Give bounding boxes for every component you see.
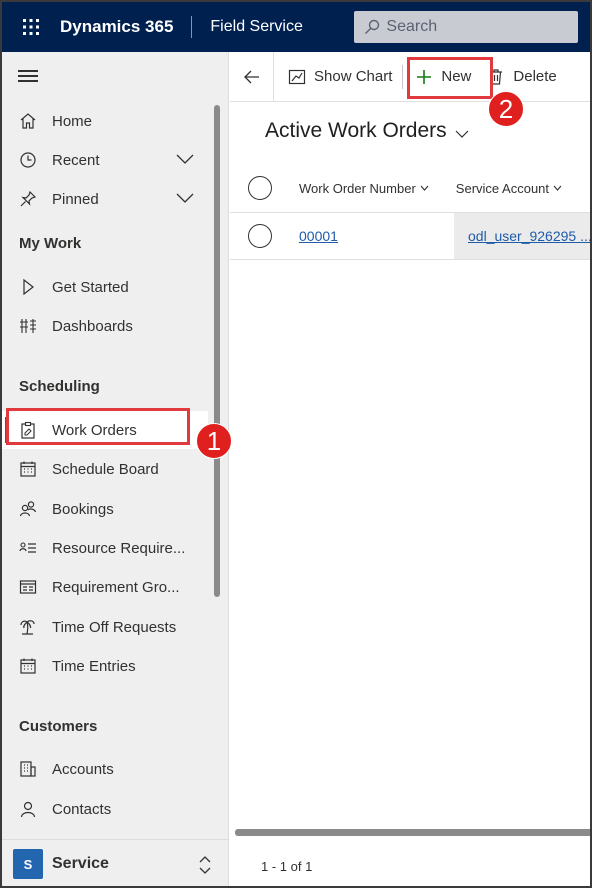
back-arrow-icon: [243, 70, 259, 83]
hamburger-icon[interactable]: [18, 70, 38, 84]
sidebar-item-label: Requirement Gro...: [52, 578, 180, 596]
sidebar-item-label: Dashboards: [52, 317, 133, 335]
horizontal-scrollbar[interactable]: [235, 829, 590, 836]
play-icon: [18, 277, 38, 297]
sidebar-item-home[interactable]: Home: [2, 102, 208, 140]
sidebar-item-label: Home: [52, 112, 93, 130]
back-button[interactable]: [230, 51, 274, 102]
work-order-number-link[interactable]: 00001: [299, 228, 338, 244]
sidebar-item-recent[interactable]: Recent: [2, 141, 208, 179]
section-scheduling: Scheduling: [19, 378, 100, 395]
waffle-icon: [23, 19, 39, 35]
row-checkbox[interactable]: [248, 224, 272, 248]
sidebar-item-dashboards[interactable]: Dashboards: [2, 307, 208, 345]
table-row[interactable]: 00001 odl_user_926295 ...: [230, 212, 590, 260]
sidebar-item-label: Bookings: [52, 500, 114, 518]
sidebar-item-label: Contacts: [52, 800, 112, 818]
sidebar-item-pinned[interactable]: Pinned: [2, 180, 208, 218]
show-chart-label: Show Chart: [314, 68, 393, 85]
app-name[interactable]: Field Service: [192, 18, 342, 36]
chevron-down-icon: [420, 185, 429, 191]
search-placeholder: Search: [386, 18, 438, 35]
search-box[interactable]: Search: [354, 11, 579, 43]
app-window: Dynamics 365 Field Service Search Home R…: [0, 0, 592, 888]
sidebar-item-time-off-requests[interactable]: Time Off Requests: [2, 608, 208, 646]
list-icon: [18, 538, 38, 558]
brand-title[interactable]: Dynamics 365: [60, 16, 193, 38]
sidebar-item-label: Pinned: [52, 190, 99, 208]
person-icon: [18, 799, 38, 819]
delete-label: Delete: [513, 68, 557, 85]
delete-button[interactable]: Delete: [481, 61, 566, 93]
palm-tree-icon: [18, 617, 38, 637]
sidebar-item-bookings[interactable]: Bookings: [2, 490, 208, 528]
sidebar-item-label: Time Off Requests: [52, 618, 177, 636]
column-header-work-order-number[interactable]: Work Order Number: [299, 181, 429, 196]
section-customers: Customers: [19, 718, 98, 735]
sidebar-item-label: Time Entries: [52, 657, 136, 675]
chevron-down-icon[interactable]: [176, 191, 194, 205]
chart-icon: [288, 69, 306, 84]
column-header-service-account[interactable]: Service Account: [456, 181, 562, 196]
sidebar-item-label: Schedule Board: [52, 460, 159, 478]
building-icon: [18, 759, 38, 779]
card-icon: [18, 577, 38, 597]
sidebar-item-resource-requirements[interactable]: Resource Require...: [2, 529, 208, 567]
view-selector[interactable]: Active Work Orders: [265, 119, 469, 143]
clock-icon: [18, 150, 38, 170]
area-label: Service: [52, 855, 109, 872]
calendar-icon: [18, 656, 38, 676]
people-icon: [18, 499, 38, 519]
sidebar-item-label: Recent: [52, 151, 100, 169]
chevron-down-icon[interactable]: [176, 152, 194, 166]
sidebar-item-label: Get Started: [52, 278, 129, 296]
chevron-down-icon: [455, 130, 469, 138]
highlight-box-work-orders: [6, 408, 190, 445]
area-switcher[interactable]: S Service: [2, 839, 228, 886]
sidebar-item-time-entries[interactable]: Time Entries: [2, 647, 208, 685]
column-label: Service Account: [455, 180, 550, 196]
chevron-up-down-icon: [199, 856, 211, 874]
calendar-icon: [18, 459, 38, 479]
show-chart-button[interactable]: Show Chart: [278, 61, 402, 93]
sidebar-item-requirement-groups[interactable]: Requirement Gro...: [2, 568, 208, 606]
sidebar-scrollbar[interactable]: [214, 105, 220, 597]
highlight-box-new: [407, 57, 493, 99]
sidebar-item-schedule-board[interactable]: Schedule Board: [2, 450, 208, 488]
view-title: Active Work Orders: [265, 119, 447, 142]
app-launcher-button[interactable]: [2, 2, 60, 52]
sidebar-item-contacts[interactable]: Contacts: [2, 790, 208, 828]
top-bar: Dynamics 365 Field Service Search: [2, 2, 590, 52]
step-marker-1: 1: [196, 423, 232, 459]
column-label: Work Order Number: [299, 180, 416, 196]
service-account-link[interactable]: odl_user_926295 ...: [468, 228, 590, 244]
chevron-down-icon: [553, 185, 562, 191]
select-all-checkbox[interactable]: [248, 176, 272, 200]
section-my-work: My Work: [19, 235, 82, 252]
sidebar: Home Recent Pinned My Work Get Started D…: [2, 52, 229, 886]
dashboard-icon: [18, 316, 38, 336]
step-marker-2: 2: [488, 91, 524, 127]
home-icon: [18, 111, 38, 131]
pin-icon: [18, 189, 38, 209]
paging-status: 1 - 1 of 1: [261, 859, 313, 874]
search-icon: [365, 19, 380, 34]
grid-header: Work Order Number Service Account: [230, 164, 590, 212]
sidebar-item-label: Accounts: [52, 760, 114, 778]
sidebar-item-get-started[interactable]: Get Started: [2, 268, 208, 306]
area-badge: S: [13, 849, 43, 879]
sidebar-item-label: Resource Require...: [52, 539, 186, 557]
sidebar-item-accounts[interactable]: Accounts: [2, 750, 208, 788]
